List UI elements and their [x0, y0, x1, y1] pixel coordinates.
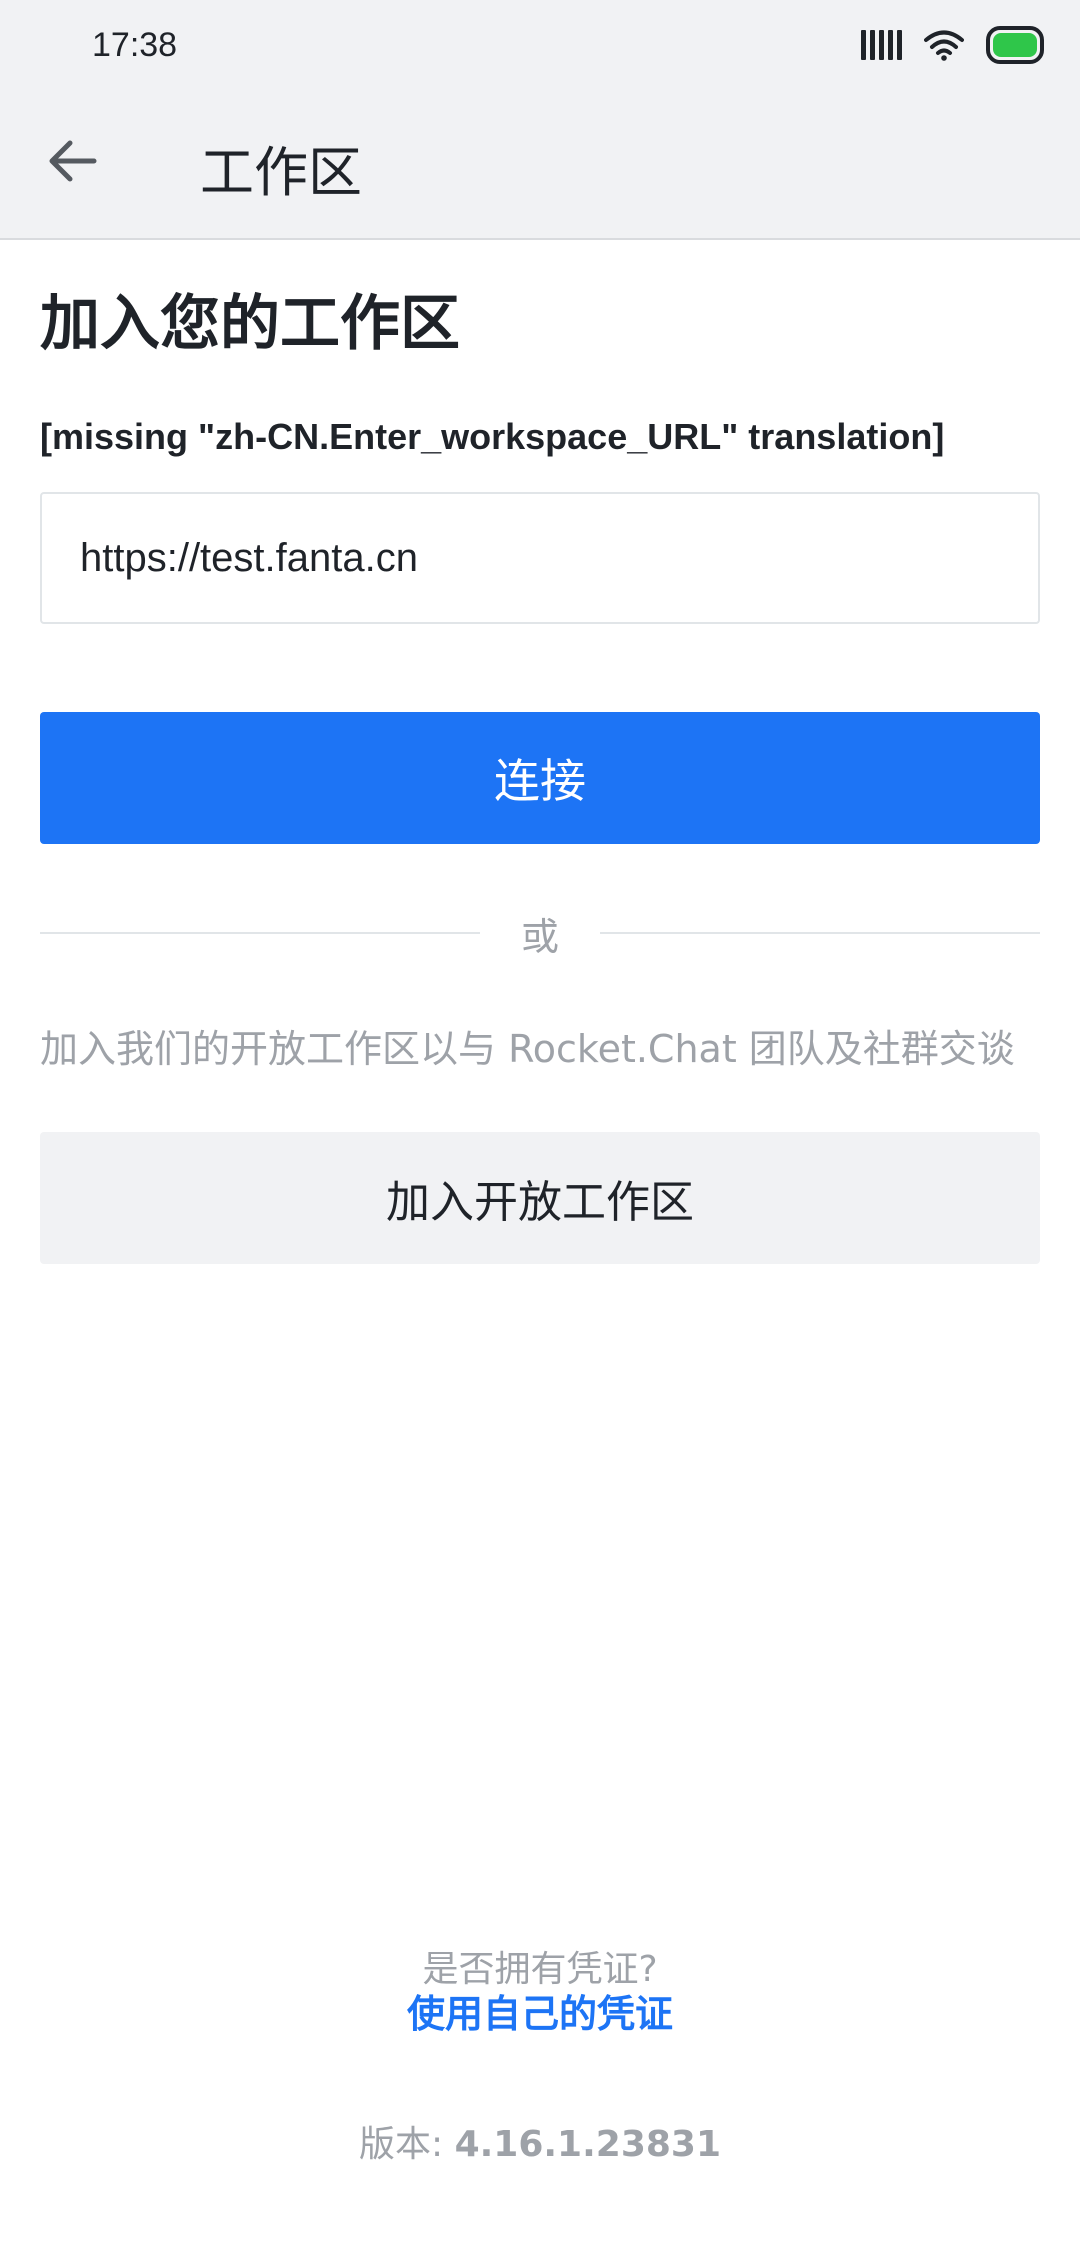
status-bar: 17:38: [0, 0, 1080, 90]
workspace-url-label: [missing "zh-CN.Enter_workspace_URL" tra…: [40, 416, 945, 457]
wifi-icon: [924, 30, 964, 61]
version-info: 版本: 4.16.1.23831: [0, 2115, 1080, 2167]
use-own-credentials-link[interactable]: 使用自己的凭证: [0, 1983, 1080, 2038]
status-icons: [861, 26, 1044, 64]
open-workspace-info: 加入我们的开放工作区以与 Rocket.Chat 团队及社群交谈: [40, 1027, 1015, 1071]
arrow-left-icon: [49, 140, 97, 182]
version-number: 4.16.1.23831: [454, 2124, 722, 2165]
connect-button[interactable]: 连接: [40, 712, 1040, 844]
page-title: 加入您的工作区: [40, 289, 460, 359]
workspace-url-input[interactable]: [40, 492, 1040, 624]
status-time: 17:38: [92, 26, 178, 64]
divider-line: [600, 932, 1040, 934]
app-bar-title: 工作区: [200, 141, 362, 204]
join-open-workspace-button[interactable]: 加入开放工作区: [40, 1132, 1040, 1264]
app-bar: 工作区: [0, 90, 1080, 240]
version-label: 版本:: [358, 2124, 444, 2165]
divider-line: [40, 932, 480, 934]
or-text: 或: [520, 914, 559, 959]
battery-icon: [986, 26, 1044, 64]
back-button[interactable]: [40, 128, 106, 194]
or-divider: 或: [40, 903, 1040, 963]
signal-icon: [861, 30, 902, 60]
